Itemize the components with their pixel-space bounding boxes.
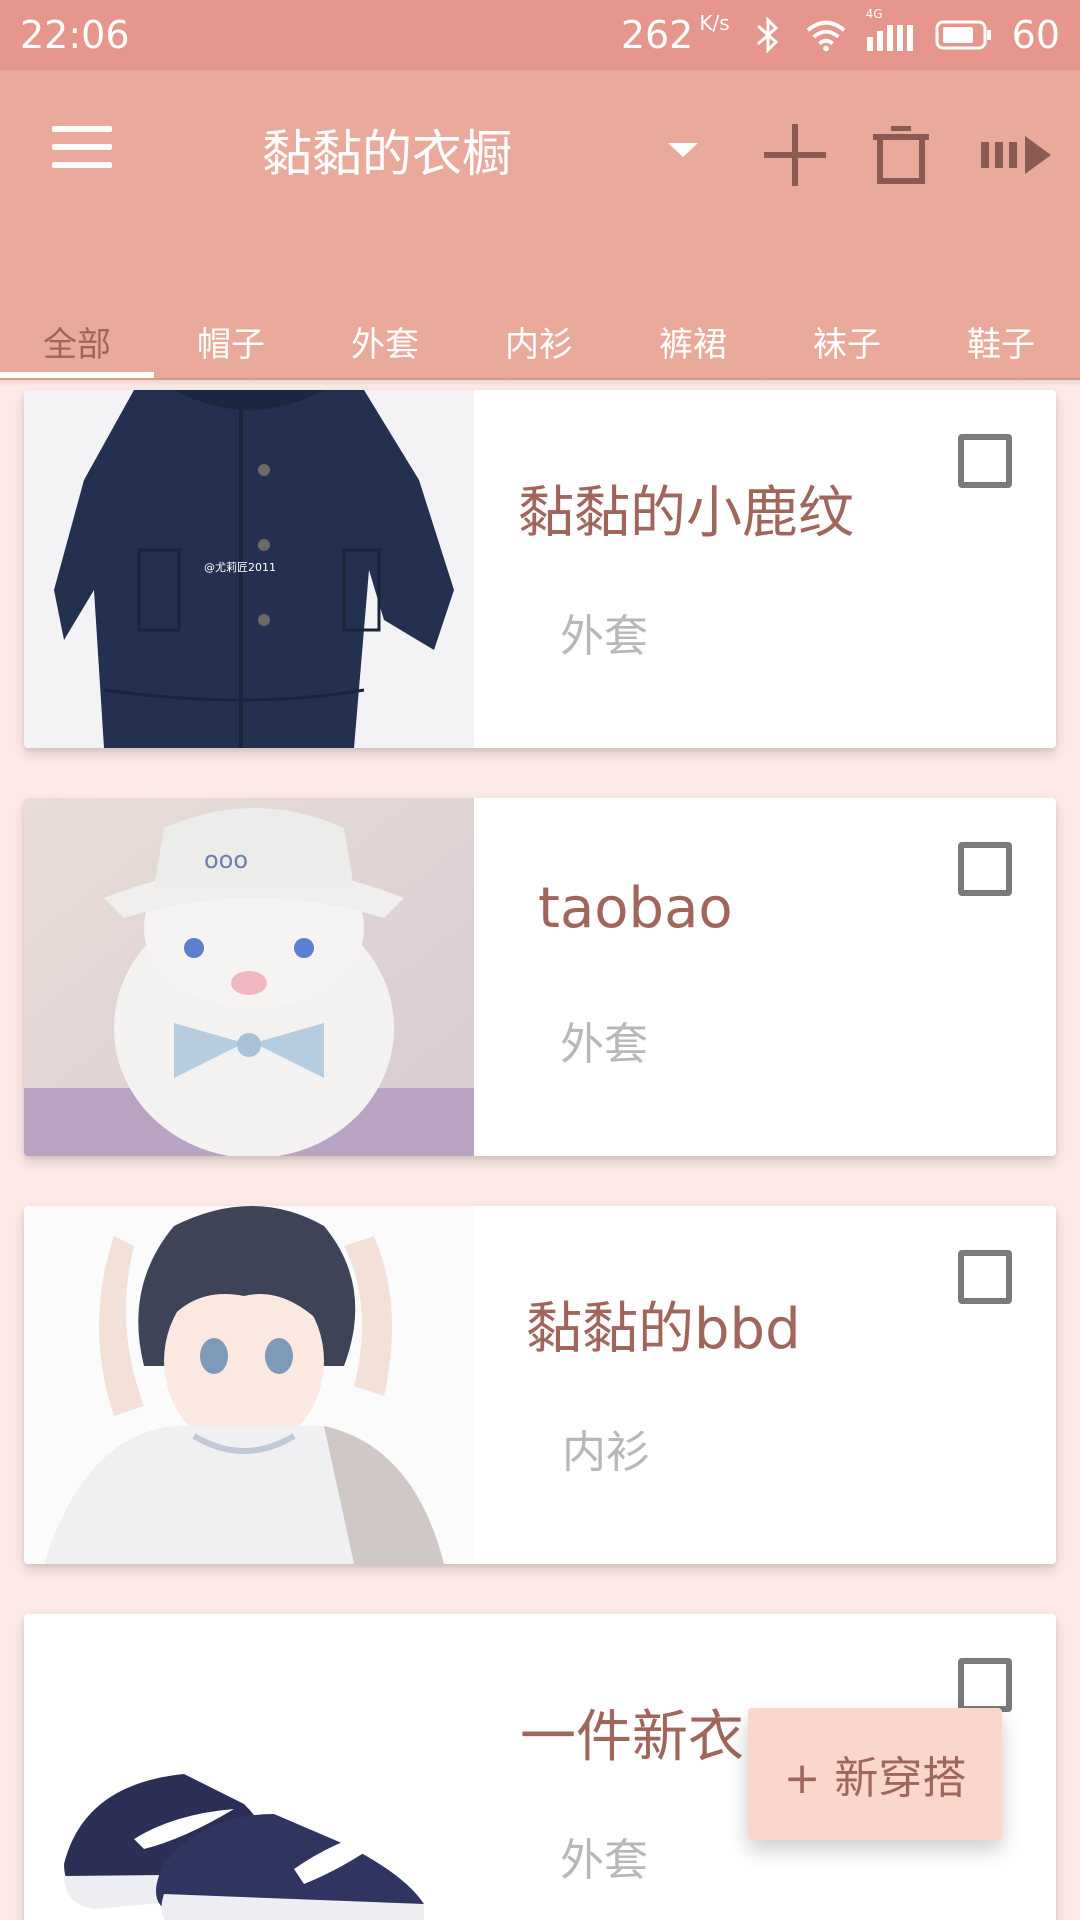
tab-coats[interactable]: 外套	[308, 310, 462, 380]
dropdown-arrow-icon	[668, 143, 698, 157]
net-speed: 262 K/s	[621, 13, 730, 57]
delete-icon	[873, 126, 929, 184]
battery-level: 60	[1011, 13, 1060, 57]
clothing-image	[24, 1614, 474, 1920]
clothing-card[interactable]: ooo taobao 外套	[24, 798, 1056, 1156]
battery-icon	[934, 15, 994, 55]
add-icon	[764, 124, 826, 186]
next-button[interactable]	[972, 110, 1062, 200]
item-category: 内衫	[562, 1427, 650, 1478]
tab-hats[interactable]: 帽子	[154, 310, 308, 380]
tab-all[interactable]: 全部	[0, 310, 154, 380]
new-outfit-button[interactable]: + 新穿搭	[748, 1708, 1002, 1840]
network-type: 4G	[865, 7, 883, 21]
item-category: 外套	[560, 1835, 648, 1886]
clothing-image	[24, 1206, 474, 1564]
next-icon	[981, 136, 1051, 174]
tab-socks[interactable]: 袜子	[770, 310, 924, 380]
select-checkbox[interactable]	[958, 842, 1012, 896]
wifi-icon	[806, 15, 846, 55]
item-name: 黏黏的小鹿纹	[518, 481, 854, 546]
bluetooth-icon	[748, 15, 788, 55]
status-bar: 22:06 262 K/s 4G 60	[0, 0, 1080, 70]
image-watermark: @尤莉匠2011	[204, 561, 276, 574]
select-checkbox[interactable]	[958, 1658, 1012, 1712]
clothing-image: ooo	[24, 798, 474, 1156]
wardrobe-selector[interactable]: 黏黏的衣橱	[262, 110, 702, 190]
status-time: 22:06	[20, 13, 130, 57]
svg-text:ooo: ooo	[204, 846, 248, 874]
clothing-image: @尤莉匠2011	[24, 390, 474, 748]
menu-icon[interactable]	[52, 126, 116, 174]
status-right: 262 K/s 4G 60	[621, 7, 1060, 57]
toolbar: 黏黏的衣橱	[0, 70, 1080, 230]
category-tabs: 全部 帽子 外套 内衫 裤裙 袜子 鞋子	[0, 310, 1080, 380]
app-bar: 黏黏的衣橱 全部 帽子 外套 内衫 裤裙 袜子 鞋子	[0, 70, 1080, 380]
tab-tops[interactable]: 内衫	[462, 310, 616, 380]
clothing-card[interactable]: @尤莉匠2011 黏黏的小鹿纹 外套	[24, 390, 1056, 748]
net-speed-value: 262	[620, 13, 694, 57]
item-category: 外套	[560, 1019, 648, 1070]
item-category: 外套	[560, 611, 648, 662]
net-speed-unit: K/s	[699, 11, 730, 35]
delete-button[interactable]	[856, 110, 946, 200]
tab-shoes[interactable]: 鞋子	[924, 310, 1078, 380]
item-name: 黏黏的bbd	[526, 1297, 801, 1362]
item-name: 一件新衣	[520, 1705, 744, 1770]
item-name: taobao	[538, 876, 733, 941]
clothing-card[interactable]: 黏黏的bbd 内衫	[24, 1206, 1056, 1564]
select-checkbox[interactable]	[958, 1250, 1012, 1304]
signal-icon: 4G	[864, 7, 916, 55]
page-title: 黏黏的衣橱	[262, 125, 512, 183]
tab-bottoms[interactable]: 裤裙	[616, 310, 770, 380]
select-checkbox[interactable]	[958, 434, 1012, 488]
appbar-shadow	[0, 378, 1080, 386]
add-button[interactable]	[750, 110, 840, 200]
